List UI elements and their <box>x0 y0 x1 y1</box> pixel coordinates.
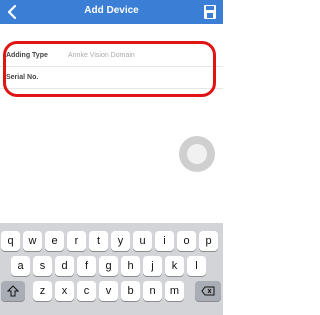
key-e[interactable]: e <box>45 231 64 251</box>
shift-arrow-icon <box>7 285 19 297</box>
key-v[interactable]: v <box>99 281 118 301</box>
key-z[interactable]: z <box>33 281 52 301</box>
key-a[interactable]: a <box>11 256 30 276</box>
key-c[interactable]: c <box>77 281 96 301</box>
adding-type-row[interactable]: Adding Type Annke Vision Domain <box>0 45 223 67</box>
keyboard: q w e r t y u i o p a s d f g h j k l z … <box>0 223 223 315</box>
assistive-touch-inner <box>187 144 207 164</box>
serial-no-label: Serial No. <box>6 74 39 81</box>
key-w[interactable]: w <box>23 231 42 251</box>
key-l[interactable]: l <box>187 256 206 276</box>
header-bar: Add Device <box>0 0 223 24</box>
serial-no-input[interactable] <box>68 70 208 85</box>
page-title: Add Device <box>84 5 139 16</box>
key-i[interactable]: i <box>155 231 174 251</box>
key-u[interactable]: u <box>133 231 152 251</box>
key-m[interactable]: m <box>165 281 184 301</box>
device-form: Adding Type Annke Vision Domain Serial N… <box>0 45 223 89</box>
shift-key[interactable] <box>1 281 25 301</box>
key-r[interactable]: r <box>67 231 86 251</box>
key-y[interactable]: y <box>111 231 130 251</box>
assistive-touch-button[interactable] <box>179 136 215 172</box>
key-s[interactable]: s <box>33 256 52 276</box>
key-n[interactable]: n <box>143 281 162 301</box>
key-x[interactable]: x <box>55 281 74 301</box>
key-h[interactable]: h <box>121 256 140 276</box>
key-g[interactable]: g <box>99 256 118 276</box>
backspace-key[interactable] <box>195 281 221 301</box>
key-j[interactable]: j <box>143 256 162 276</box>
backspace-icon <box>201 286 215 296</box>
adding-type-label: Adding Type <box>6 52 48 59</box>
key-k[interactable]: k <box>165 256 184 276</box>
key-p[interactable]: p <box>199 231 218 251</box>
adding-type-value: Annke Vision Domain <box>68 52 135 59</box>
serial-no-row: Serial No. <box>0 67 223 89</box>
key-o[interactable]: o <box>177 231 196 251</box>
key-d[interactable]: d <box>55 256 74 276</box>
key-q[interactable]: q <box>1 231 20 251</box>
key-t[interactable]: t <box>89 231 108 251</box>
key-f[interactable]: f <box>77 256 96 276</box>
floppy-disk-icon[interactable] <box>203 4 217 20</box>
key-b[interactable]: b <box>121 281 140 301</box>
